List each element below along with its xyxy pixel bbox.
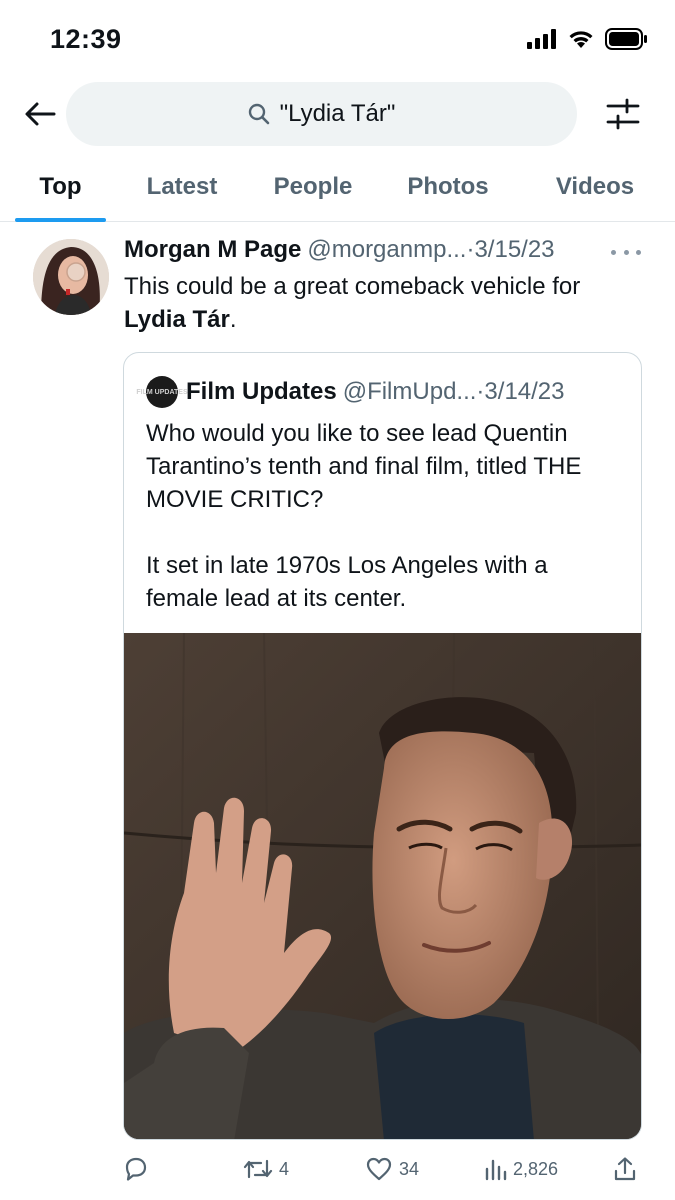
filter-button[interactable] [605,96,641,132]
search-input[interactable]: "Lydia Tár" [66,82,577,146]
separator-dot: · [466,236,475,263]
like-button[interactable]: 34 [365,1152,419,1186]
search-icon [248,103,269,125]
tweet[interactable]: Morgan M Page @morganmp... · 3/15/23 Thi… [0,222,675,1200]
retweet-button[interactable]: 4 [243,1152,289,1186]
retweet-icon [243,1159,273,1179]
tweet-date[interactable]: 3/15/23 [474,236,554,264]
signal-icon [527,29,556,49]
quoted-avatar-logo: FILM UPDATES [136,388,188,396]
back-button[interactable] [22,96,58,132]
reply-icon [125,1157,147,1181]
author-handle[interactable]: @morganmp... [307,236,466,264]
search-tabs: Top Latest People Photos Videos [0,152,675,222]
filter-icon [606,98,640,130]
tab-top[interactable]: Top [15,152,106,221]
views-button[interactable]: 2,826 [483,1152,558,1186]
wifi-icon [569,30,593,48]
quoted-author-handle: @FilmUpd... [342,378,477,405]
reply-button[interactable] [123,1152,155,1186]
like-icon [366,1157,392,1181]
battery-icon [605,28,647,50]
tab-people[interactable]: People [260,152,366,221]
tweet-text-bold: Lydia Tár [124,306,230,333]
search-header: "Lydia Tár" [0,80,675,148]
quoted-date: 3/14/23 [484,378,565,405]
back-arrow-icon [25,102,56,126]
tweet-text: This could be a great comeback vehicle f… [124,270,644,336]
status-bar: 12:39 [0,0,675,80]
tab-photos[interactable]: Photos [394,152,502,221]
author-name[interactable]: Morgan M Page [124,236,301,264]
share-button[interactable] [613,1152,643,1186]
share-icon [614,1157,636,1181]
tab-latest[interactable]: Latest [130,152,234,221]
quoted-separator-dot: · [476,378,485,405]
tweet-header: Morgan M Page @morganmp... · 3/15/23 [124,236,654,268]
tweet-actions: 4 34 2,826 [123,1152,643,1186]
like-count: 34 [399,1158,420,1179]
views-count: 2,826 [513,1158,559,1179]
search-query: "Lydia Tár" [279,100,396,127]
quoted-tweet-header: FILM UPDATES Film Updates @FilmUpd... · … [136,375,626,409]
avatar-photo [33,239,109,315]
tweet-text-part: This could be a great comeback vehicle f… [124,273,581,300]
quoted-tweet[interactable]: FILM UPDATES Film Updates @FilmUpd... · … [123,352,642,1140]
more-icon[interactable] [611,242,641,262]
quoted-tweet-text: Who would you like to see lead Quentin T… [146,420,582,612]
status-icons [527,28,647,50]
tab-videos[interactable]: Videos [540,152,650,221]
tweet-text-end: . [229,306,237,333]
retweet-count: 4 [279,1158,290,1179]
quoted-tweet-photo[interactable] [124,633,642,1140]
quoted-avatar: FILM UPDATES [136,376,188,408]
quoted-author-name: Film Updates [186,378,337,405]
views-icon [485,1159,507,1181]
avatar[interactable] [33,239,109,315]
status-time: 12:39 [50,24,122,54]
